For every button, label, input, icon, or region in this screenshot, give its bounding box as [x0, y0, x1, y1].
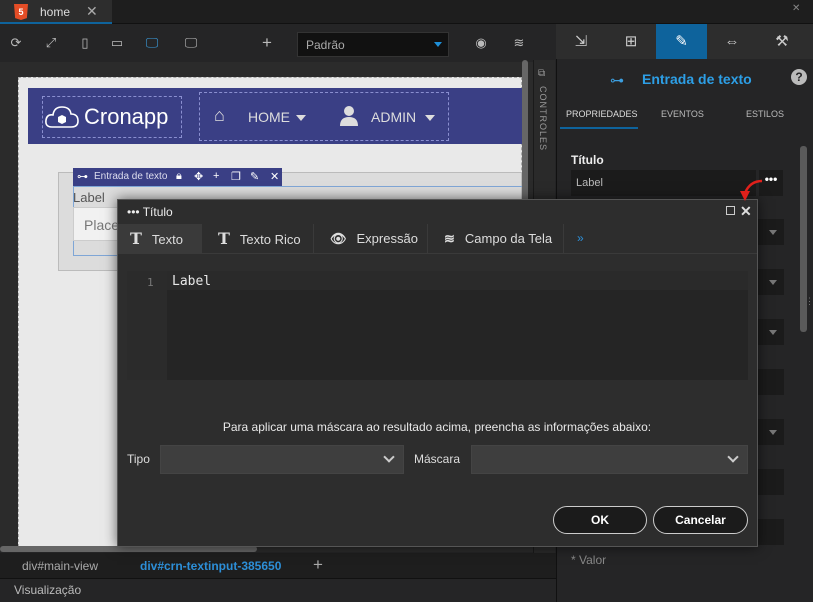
refresh-icon[interactable]: ⟳	[7, 34, 25, 52]
add-icon[interactable]: +	[258, 34, 276, 52]
chevron-down-icon	[769, 280, 777, 285]
tools-icon[interactable]: ⚒	[757, 24, 807, 59]
more-tabs-icon[interactable]: »	[577, 231, 584, 245]
enter-icon[interactable]: ⇲	[556, 24, 606, 59]
lock-icon[interactable]: 🔒︎	[176, 170, 182, 183]
prop-dropdown[interactable]	[758, 319, 784, 345]
resize-handle-icon[interactable]: ⋮	[805, 296, 813, 307]
tablet-icon[interactable]: ▭	[108, 34, 126, 52]
html5-icon: 5	[14, 4, 28, 20]
chevron-down-icon	[383, 451, 395, 463]
type-select[interactable]	[160, 445, 404, 474]
home-icon: ⌂	[214, 105, 225, 125]
line-number: 1	[147, 276, 154, 289]
breadcrumb-item[interactable]: div#main-view	[22, 559, 98, 573]
copy-icon[interactable]: ❐	[231, 170, 241, 183]
pencil-icon[interactable]: ✎	[656, 24, 707, 59]
text-icon: T	[218, 229, 230, 248]
prop-dropdown[interactable]	[758, 219, 784, 245]
component-title: Entrada de texto	[642, 71, 752, 87]
code-icon[interactable]: ⇔	[707, 24, 757, 59]
tab-text-label: Texto	[151, 232, 183, 247]
preview-tab[interactable]: Visualização	[14, 583, 81, 597]
cancel-button[interactable]: Cancelar	[653, 506, 748, 534]
dialog-title: ••• Título	[127, 205, 173, 219]
tree-icon[interactable]: ⊞	[606, 24, 656, 59]
textinput-icon: ⊶	[77, 171, 88, 183]
controls-label[interactable]: CONTROLES	[538, 86, 548, 151]
mask-select[interactable]	[471, 445, 748, 474]
prop-field[interactable]	[758, 469, 784, 495]
chevron-down-icon	[434, 42, 442, 47]
prop-title-label: Título	[571, 153, 604, 167]
chevron-down-icon	[727, 451, 739, 463]
component-toolbar-label: Entrada de texto	[94, 171, 168, 182]
status-bar	[0, 578, 556, 602]
prop-dropdown[interactable]	[758, 269, 784, 295]
close-icon[interactable]: ✕	[270, 170, 279, 183]
nav-item-home[interactable]: HOME	[248, 109, 290, 125]
ok-button[interactable]: OK	[553, 506, 647, 534]
prop-title-input[interactable]: Label	[571, 170, 756, 196]
editor-current-line	[167, 271, 748, 290]
tab-text[interactable]: T Texto	[118, 224, 202, 254]
add-breadcrumb-icon[interactable]: +	[313, 555, 323, 575]
user-icon	[340, 106, 358, 126]
expand-icon[interactable]: ⤢	[42, 34, 60, 52]
prop-field[interactable]	[758, 369, 784, 395]
text-icon: T	[130, 229, 142, 248]
chevron-down-icon	[769, 230, 777, 235]
chevron-down-icon	[425, 115, 435, 121]
mobile-icon[interactable]: ▯	[76, 34, 94, 52]
editor-code-text[interactable]: Label	[172, 274, 211, 289]
mask-hint-text: Para aplicar uma máscara ao resultado ac…	[222, 420, 652, 434]
file-tab-bar	[0, 0, 813, 24]
prop-field[interactable]	[758, 519, 784, 545]
brand-name: Cronapp	[84, 104, 169, 129]
maximize-icon[interactable]	[726, 206, 735, 215]
nav-item-admin[interactable]: ADMIN	[371, 109, 416, 125]
tab-events[interactable]: EVENTOS	[661, 109, 704, 119]
breadcrumb-item-active[interactable]: div#crn-textinput-385650	[140, 559, 281, 573]
close-icon[interactable]: ✕	[86, 3, 98, 20]
move-icon[interactable]: ✥	[194, 170, 203, 183]
component-toolbar: ⊶ Entrada de texto 🔒︎ ✥ + ❐ ✎ ✕	[73, 168, 282, 186]
textinput-icon: ⊶	[610, 72, 624, 88]
database-icon[interactable]: ≋	[510, 34, 528, 52]
tab-rich-text[interactable]: T Texto Rico	[202, 224, 314, 254]
controls-icon: ⧉	[538, 68, 546, 79]
component-label: Label	[73, 190, 105, 205]
tab-screen-field-label: Campo da Tela	[464, 231, 553, 246]
tab-expression[interactable]: 👁 Expressão	[314, 224, 428, 254]
tab-styles[interactable]: ESTILOS	[746, 109, 784, 119]
editor-body[interactable]	[167, 290, 748, 380]
plus-icon[interactable]: +	[213, 170, 219, 182]
eye-icon: 👁	[330, 232, 347, 247]
screen-size-select[interactable]: Padrão	[297, 32, 449, 57]
chevron-down-icon	[296, 115, 306, 121]
tab-rich-text-label: Texto Rico	[239, 232, 301, 247]
help-icon[interactable]: ?	[791, 69, 807, 85]
monitor-icon[interactable]: 🖵	[182, 34, 200, 52]
desktop-icon[interactable]: 🖵	[143, 34, 161, 52]
type-label: Tipo	[127, 452, 150, 466]
file-tab-label: home	[40, 5, 71, 19]
cloud-logo-icon	[45, 106, 79, 128]
magic-wand-icon[interactable]: ✎	[250, 170, 259, 183]
annotation-arrow-icon	[740, 179, 763, 201]
chevron-down-icon	[769, 330, 777, 335]
tab-screen-field[interactable]: ≋ Campo da Tela	[428, 224, 564, 254]
window-close-icon[interactable]: ✕	[792, 3, 800, 14]
tab-properties[interactable]: PROPRIEDADES	[566, 109, 638, 119]
prop-value-label: * Valor	[571, 553, 607, 567]
database-icon: ≋	[444, 232, 455, 247]
active-tab-indicator	[560, 127, 638, 129]
tab-expression-label: Expressão	[356, 231, 418, 246]
screen-size-select-value: Padrão	[306, 38, 345, 52]
eye-slash-icon[interactable]: ◉	[472, 34, 490, 52]
mask-label: Máscara	[414, 452, 461, 466]
